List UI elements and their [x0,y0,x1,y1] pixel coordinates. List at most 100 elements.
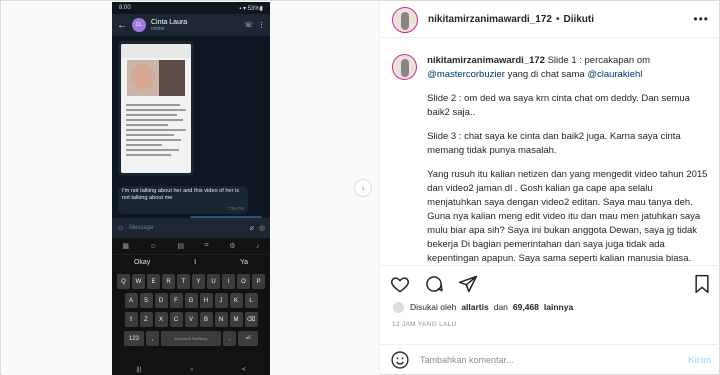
key: C [169,312,183,327]
liker-avatar [392,300,405,314]
key: Y [192,274,205,289]
key: M [229,312,243,327]
contact-avatar: CL [132,18,146,32]
sticker-icon: ☺ [149,242,157,250]
chat-area: I'm not talking about her and this video… [112,36,270,216]
key-row-4: 123 , Microsoft SwiftKey . ⏎ [112,331,270,346]
key: O [237,274,250,289]
status-icons: ▪ ▾ 53%▮ [239,5,263,12]
suggestion-2: I [194,259,197,266]
caption-paragraph-2: Slide 2 : om ded wa saya krn cinta chat … [427,93,690,118]
next-slide-button[interactable]: › [354,179,372,197]
contact-name: Cinta Laura [151,18,188,26]
author-username[interactable]: nikitamirzanimawardi_172 [428,14,552,25]
key: H [199,293,213,308]
key: U [207,274,220,289]
mention-link[interactable]: @claurakiehl [587,69,642,80]
arrow-left-icon: ← [117,19,127,31]
emoji-icon[interactable] [390,350,410,370]
key: B [199,312,213,327]
key: Q [117,274,130,289]
caption-avatar[interactable] [392,54,418,80]
key: Z [139,312,153,327]
status-time: 8:00 [119,5,131,11]
key: V [184,312,198,327]
home-icon: ○ [189,367,194,373]
more-options-icon[interactable]: ••• [693,12,709,26]
key: E [147,274,160,289]
likes-mid: dan [493,302,508,312]
caption-paragraph-3: Slide 3 : chat saya ke cinta dan baik2 j… [427,131,681,156]
liker-username[interactable]: allartis [461,302,488,312]
settings-icon: ⚙ [229,243,236,250]
key-row-1: Q W E R T Y U I O P [112,274,270,289]
keyboard-toolbar: ▦ ☺ ▤ ⌗ ⚙ ♪ [112,238,270,254]
key: R [162,274,175,289]
key: J [214,293,228,308]
key-row-2: A S D F G H J K L [112,293,270,308]
author-avatar[interactable] [392,6,418,33]
key: N [214,312,228,327]
comment-input[interactable]: Tambahkan komentar... [420,355,678,365]
grid-icon: ▦ [122,243,129,250]
share-icon[interactable] [458,274,478,294]
period-key: . [223,331,236,346]
camera-icon: ◎ [258,225,265,232]
post-media: 8:00 ▪ ▾ 53%▮ ← CL Cinta Laura online ☏ … [2,2,379,375]
key: A [124,293,138,308]
suggestion-3: Ya [239,259,249,266]
message-input-bar: ☺ Message ⌀ ◎ [112,218,270,238]
image-message [118,41,194,176]
message-time: 7:39 PM [227,206,244,211]
comment-box: Tambahkan komentar... Kirim [380,344,720,375]
suggestion-1: Okay [133,259,151,266]
phone-call-icon: ☏ [244,22,253,29]
separator-dot: • [555,14,560,25]
key: T [177,274,190,289]
clipboard-icon: ▤ [177,243,184,250]
send-comment-button[interactable]: Kirim [688,355,711,365]
likes-prefix: Disukai oleh [410,302,457,312]
bookmark-icon[interactable] [693,274,711,294]
key-row-3: ⇧ Z X C V B N M ⌫ [112,312,270,327]
caption-body: nikitamirzanimawardi_172 Slide 1 : perca… [427,54,709,264]
caption-area: nikitamirzanimawardi_172 Slide 1 : perca… [380,39,720,264]
chevron-right-icon: › [361,182,365,194]
key: P [252,274,265,289]
post-time-ago[interactable]: 12 JAM YANG LALU [392,321,457,328]
shift-key: ⇧ [124,312,138,327]
mention-link[interactable]: @mastercorbuzier [427,69,505,80]
key: I [222,274,235,289]
attach-icon: ⌀ [249,225,254,232]
mic-icon: ♪ [256,242,260,250]
post-header: nikitamirzanimawardi_172 • Diikuti ••• [380,2,720,38]
key: G [184,293,198,308]
instagram-post-frame: 8:00 ▪ ▾ 53%▮ ← CL Cinta Laura online ☏ … [0,0,720,375]
caption-username[interactable]: nikitamirzanimawardi_172 [427,55,545,66]
comment-icon[interactable] [424,274,444,294]
gif-icon: ⌗ [204,242,209,249]
phone-screenshot: 8:00 ▪ ▾ 53%▮ ← CL Cinta Laura online ☏ … [112,2,270,375]
kebab-menu-icon: ⋮ [258,22,265,29]
back-icon: < [242,367,246,373]
caption-paragraph-4: Yang rusuh itu kalian netizen dan yang m… [427,169,708,264]
likes-summary: Disukai oleh allartis dan 69,468 lainnya [392,299,573,315]
emoji-icon: ☺ [117,224,125,232]
action-bar [380,265,720,301]
suggestion-bar: Okay I Ya [112,254,270,270]
photo-thumbnail [127,60,185,96]
numbers-key: 123 [124,331,144,346]
key: K [229,293,243,308]
following-button[interactable]: Diikuti [563,14,594,25]
enter-key: ⏎ [238,331,258,346]
likes-suffix[interactable]: lainnya [544,302,573,312]
space-key: Microsoft SwiftKey [161,331,221,346]
contact-status: online [151,25,165,32]
post-side-panel: nikitamirzanimawardi_172 • Diikuti ••• n… [379,2,720,375]
likes-count[interactable]: 69,468 [513,302,539,312]
heart-icon[interactable] [390,274,410,294]
android-nav-bar: ||| ○ < [112,365,270,375]
chat-app-bar: ← CL Cinta Laura online ☏ ⋮ [112,14,270,36]
caption-mid: yang di chat sama [507,69,585,80]
recents-icon: ||| [136,367,142,373]
